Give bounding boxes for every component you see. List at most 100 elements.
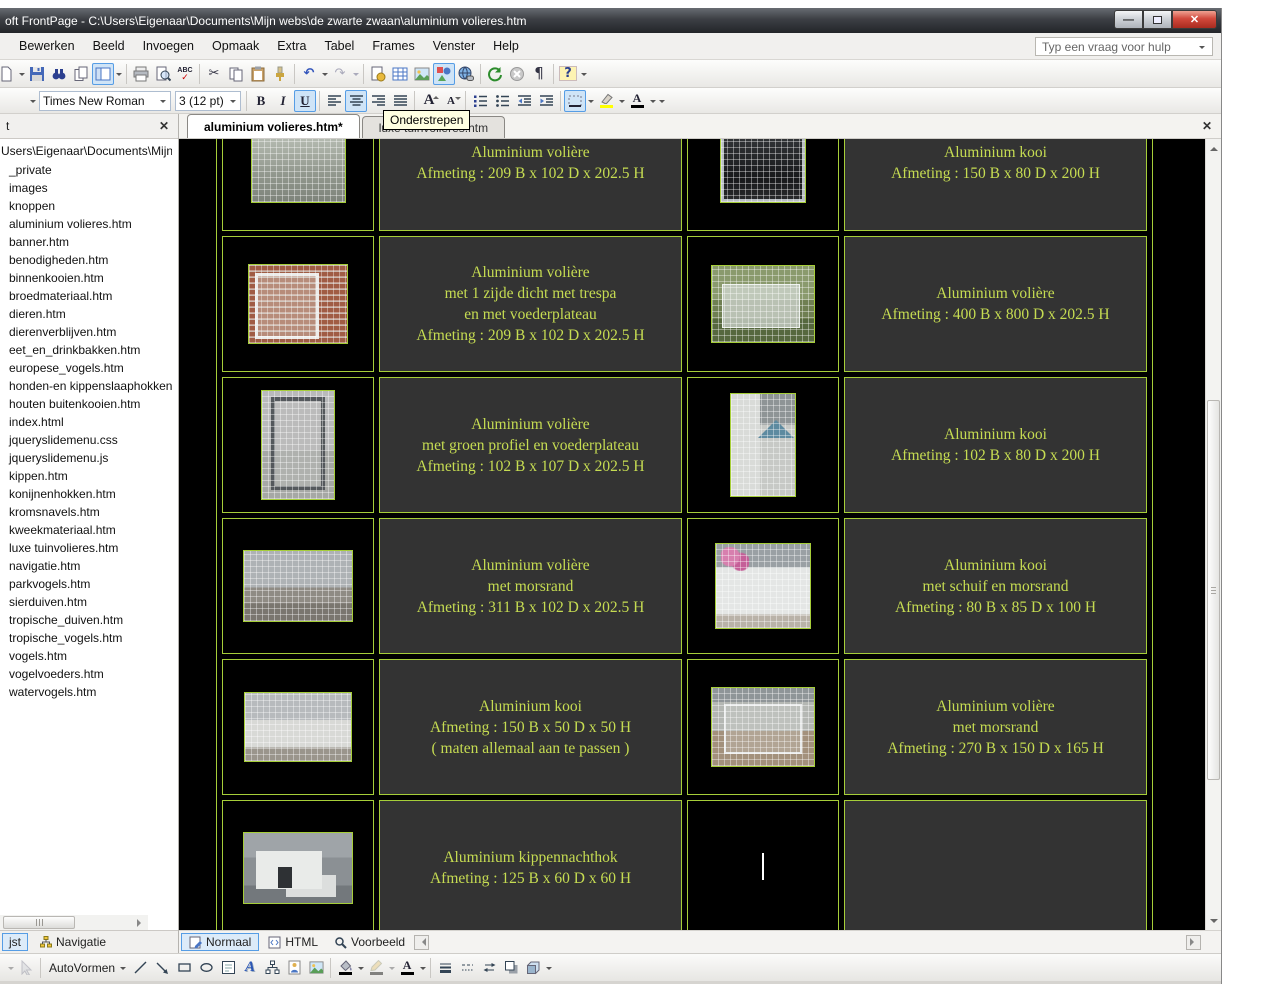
italic-button[interactable]: I <box>272 90 294 112</box>
find-button[interactable] <box>48 63 70 85</box>
menu-beeld[interactable]: Beeld <box>84 35 134 57</box>
aviary-photo[interactable] <box>244 692 352 762</box>
file-list-item[interactable]: tropische_vogels.htm <box>0 629 172 647</box>
file-list-item[interactable]: vogels.htm <box>0 647 172 665</box>
menu-venster[interactable]: Venster <box>424 35 484 57</box>
menu-frames[interactable]: Frames <box>363 35 423 57</box>
file-list-item[interactable]: index.html <box>0 413 172 431</box>
insert-drawing-button[interactable] <box>433 62 455 85</box>
font-name-select[interactable]: Times New Roman <box>39 90 171 111</box>
font-size-select[interactable]: 3 (12 pt) <box>175 90 241 111</box>
aviary-photo[interactable] <box>250 139 346 203</box>
tab-navigatie[interactable]: Navigatie <box>34 934 112 950</box>
text-box-button[interactable] <box>217 957 239 979</box>
draw-font-color-button[interactable]: A <box>396 957 418 979</box>
image-cell[interactable] <box>222 377 374 513</box>
help-question-input[interactable]: Typ een vraag voor hulp <box>1035 37 1213 56</box>
image-cell[interactable] <box>687 659 839 795</box>
indent-button[interactable] <box>535 90 557 112</box>
image-cell[interactable] <box>222 236 374 372</box>
scroll-down-arrow[interactable] <box>1206 915 1221 930</box>
image-cell[interactable] <box>222 139 374 231</box>
menu-opmaak[interactable]: Opmaak <box>203 35 268 57</box>
scrollbar-thumb[interactable] <box>3 916 75 929</box>
file-list-item[interactable]: benodigheden.htm <box>0 251 172 269</box>
file-list-item[interactable]: watervogels.htm <box>0 683 172 701</box>
line-color-button[interactable] <box>365 957 387 979</box>
file-list-item[interactable]: jqueryslidemenu.js <box>0 449 172 467</box>
menu-extra[interactable]: Extra <box>268 35 315 57</box>
align-left-button[interactable] <box>323 90 345 112</box>
insert-table-button[interactable] <box>389 63 411 85</box>
print-button[interactable] <box>130 63 152 85</box>
file-list-item[interactable]: banner.htm <box>0 233 172 251</box>
font-color-button[interactable]: A <box>626 90 648 112</box>
file-list-item[interactable]: aluminium volieres.htm <box>0 215 172 233</box>
minimize-button[interactable]: — <box>1114 10 1143 29</box>
borders-button[interactable] <box>564 89 586 112</box>
file-list-item[interactable]: knoppen <box>0 197 172 215</box>
text-cell[interactable]: Aluminium kooi Afmeting : 150 B x 50 D x… <box>379 659 682 795</box>
cut-button[interactable]: ✂ <box>203 63 225 85</box>
outdent-button[interactable] <box>513 90 535 112</box>
tab-mappenlijst[interactable]: jst <box>2 933 28 951</box>
text-cell[interactable]: Aluminium kooi Afmeting : 102 B x 80 D x… <box>844 377 1147 513</box>
toolbar-options-icon[interactable] <box>546 966 553 973</box>
paste-button[interactable] <box>247 63 269 85</box>
numbered-list-button[interactable] <box>469 90 491 112</box>
file-list-item[interactable]: tropische_duiven.htm <box>0 611 172 629</box>
menu-help[interactable]: Help <box>484 35 528 57</box>
text-cell[interactable]: Aluminium volière Afmeting : 400 B x 800… <box>844 236 1147 372</box>
file-list-item[interactable]: eet_en_drinkbakken.htm <box>0 341 172 359</box>
align-center-button[interactable] <box>345 89 367 112</box>
oval-button[interactable] <box>195 957 217 979</box>
scroll-up-arrow[interactable] <box>1206 139 1221 154</box>
show-formatting-marks-button[interactable]: ¶ <box>528 63 550 85</box>
select-objects-button[interactable] <box>15 957 37 979</box>
spelling-button[interactable]: ABC ✓ <box>174 63 196 85</box>
tab-aluminium-volieres[interactable]: aluminium volieres.htm* <box>187 114 360 138</box>
toggle-pane-button[interactable] <box>92 62 114 85</box>
image-cell[interactable] <box>222 800 374 930</box>
text-cell[interactable]: Aluminium volière met groen profiel en v… <box>379 377 682 513</box>
scroll-right-arrow[interactable] <box>133 915 148 930</box>
file-list-item[interactable]: honden-en kippenslaaphokken.htm <box>0 377 172 395</box>
view-scroll-right-button[interactable] <box>1186 934 1201 950</box>
file-list-item[interactable]: broedmateriaal.htm <box>0 287 172 305</box>
image-cell[interactable] <box>687 377 839 513</box>
image-cell[interactable] <box>222 518 374 654</box>
align-right-button[interactable] <box>367 90 389 112</box>
web-root-path[interactable]: Users\Eigenaar\Documents\Mijn web <box>0 139 172 161</box>
menu-invoegen[interactable]: Invoegen <box>134 35 203 57</box>
print-preview-button[interactable] <box>152 63 174 85</box>
text-cell[interactable]: Aluminium volière met 1 zijde dicht met … <box>379 236 682 372</box>
insert-picture-from-file-button[interactable] <box>305 957 327 979</box>
autoshapes-button[interactable]: AutoVormen <box>44 957 129 979</box>
image-cell[interactable] <box>687 236 839 372</box>
undo-button[interactable]: ↶ <box>298 63 320 85</box>
close-icon[interactable]: ✕ <box>156 118 172 134</box>
shrink-font-button[interactable]: A <box>440 90 462 112</box>
aviary-photo[interactable] <box>248 264 348 344</box>
wordart-button[interactable]: A <box>239 957 261 979</box>
view-tab-normaal[interactable]: Normaal <box>181 933 260 951</box>
file-list-item[interactable]: houten buitenkooien.htm <box>0 395 172 413</box>
aviary-photo[interactable] <box>261 390 335 500</box>
format-painter-button[interactable] <box>269 63 291 85</box>
aviary-photo[interactable] <box>711 265 815 343</box>
text-cell[interactable]: Aluminium volière met morsrand Afmeting … <box>844 659 1147 795</box>
text-cell[interactable]: Aluminium kippennachthok Afmeting : 125 … <box>379 800 682 930</box>
aviary-photo[interactable] <box>730 393 796 497</box>
dash-style-button[interactable] <box>456 957 478 979</box>
shadow-style-button[interactable] <box>500 957 522 979</box>
file-list-item[interactable]: parkvogels.htm <box>0 575 172 593</box>
file-list-item[interactable]: dieren.htm <box>0 305 172 323</box>
clipart-button[interactable] <box>283 957 305 979</box>
aviary-photo[interactable] <box>720 139 806 203</box>
draw-menu-icon[interactable] <box>8 966 14 973</box>
grow-font-button[interactable]: A <box>418 90 440 112</box>
rectangle-button[interactable] <box>173 957 195 979</box>
file-list-item[interactable]: dierenverblijven.htm <box>0 323 172 341</box>
stop-button[interactable] <box>506 63 528 85</box>
line-button[interactable] <box>129 957 151 979</box>
